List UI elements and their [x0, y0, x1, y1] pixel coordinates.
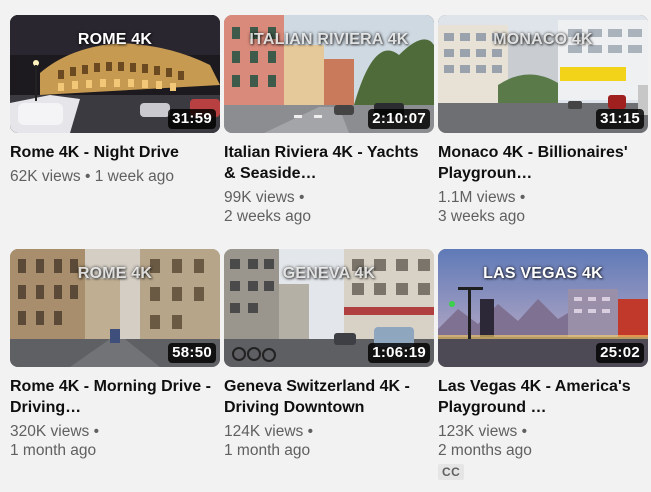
- video-thumbnail[interactable]: ITALIAN RIVIERA 4K 2:10:07: [224, 15, 434, 133]
- video-card-geneva[interactable]: GENEVA 4K 1:06:19 Geneva Switzerland 4K …: [224, 249, 434, 483]
- video-title[interactable]: Las Vegas 4K - America's Playground …: [438, 376, 644, 418]
- video-thumbnail[interactable]: ROME 4K 58:50: [10, 249, 220, 367]
- video-card-monaco[interactable]: MONACO 4K 31:15 Monaco 4K - Billionaires…: [438, 15, 648, 249]
- duration-badge: 2:10:07: [368, 109, 430, 129]
- video-stats: 99K views • 2 weeks ago: [224, 188, 430, 226]
- video-meta: Monaco 4K - Billionaires' Playgroun… 1.1…: [438, 133, 648, 226]
- upload-age: 1 month ago: [10, 442, 97, 459]
- video-thumbnail[interactable]: MONACO 4K 31:15: [438, 15, 648, 133]
- video-thumbnail[interactable]: ROME 4K 31:59: [10, 15, 220, 133]
- closed-captions-badge: CC: [438, 464, 465, 480]
- video-card-rome-night-drive[interactable]: ROME 4K 31:59 Rome 4K - Night Drive 62K …: [10, 15, 220, 249]
- video-thumbnail[interactable]: LAS VEGAS 4K 25:02: [438, 249, 648, 367]
- duration-badge: 31:59: [168, 109, 216, 129]
- thumbnail-overlay-text: ROME 4K: [77, 31, 153, 48]
- view-count: 320K views: [10, 423, 90, 440]
- thumbnail-overlay-text: ROME 4K: [77, 265, 153, 282]
- duration-badge: 31:15: [596, 109, 644, 129]
- upload-age: 1 month ago: [224, 442, 311, 459]
- upload-age: 1 week ago: [94, 168, 174, 185]
- video-card-italian-riviera[interactable]: ITALIAN RIVIERA 4K 2:10:07 Italian Rivie…: [224, 15, 434, 249]
- video-stats: 62K views • 1 week ago: [10, 168, 174, 185]
- video-meta: Las Vegas 4K - America's Playground … 12…: [438, 367, 648, 481]
- thumbnail-overlay-text: MONACO 4K: [493, 31, 593, 48]
- video-stats: 320K views • 1 month ago: [10, 422, 216, 460]
- video-stats: 124K views • 1 month ago: [224, 422, 430, 460]
- upload-age: 2 months ago: [438, 442, 532, 459]
- view-count: 1.1M views: [438, 189, 516, 206]
- upload-age: 2 weeks ago: [224, 208, 312, 225]
- video-stats: 123K views • 2 months ago: [438, 422, 644, 460]
- video-stats: 1.1M views • 3 weeks ago: [438, 188, 644, 226]
- view-count: 99K views: [224, 189, 295, 206]
- video-card-las-vegas[interactable]: LAS VEGAS 4K 25:02 Las Vegas 4K - Americ…: [438, 249, 648, 483]
- duration-badge: 1:06:19: [368, 343, 430, 363]
- video-grid: ROME 4K 31:59 Rome 4K - Night Drive 62K …: [10, 15, 651, 483]
- video-card-rome-morning-drive[interactable]: ROME 4K 58:50 Rome 4K - Morning Drive - …: [10, 249, 220, 483]
- video-title[interactable]: Italian Riviera 4K - Yachts & Seaside…: [224, 142, 430, 184]
- video-thumbnail[interactable]: GENEVA 4K 1:06:19: [224, 249, 434, 367]
- video-meta: Rome 4K - Morning Drive - Driving… 320K …: [10, 367, 220, 460]
- video-meta: Rome 4K - Night Drive 62K views • 1 week…: [10, 133, 220, 186]
- video-title[interactable]: Rome 4K - Morning Drive - Driving…: [10, 376, 216, 418]
- video-title[interactable]: Geneva Switzerland 4K - Driving Downtown: [224, 376, 430, 418]
- view-count: 62K views: [10, 168, 81, 185]
- video-meta: Italian Riviera 4K - Yachts & Seaside… 9…: [224, 133, 434, 226]
- thumbnail-overlay-text: GENEVA 4K: [282, 265, 376, 282]
- video-title[interactable]: Monaco 4K - Billionaires' Playgroun…: [438, 142, 644, 184]
- view-count: 123K views: [438, 423, 518, 440]
- view-count: 124K views: [224, 423, 304, 440]
- thumbnail-overlay-text: LAS VEGAS 4K: [483, 265, 603, 282]
- duration-badge: 25:02: [596, 343, 644, 363]
- video-title[interactable]: Rome 4K - Night Drive: [10, 142, 216, 163]
- duration-badge: 58:50: [168, 343, 216, 363]
- upload-age: 3 weeks ago: [438, 208, 526, 225]
- video-meta: Geneva Switzerland 4K - Driving Downtown…: [224, 367, 434, 460]
- thumbnail-overlay-text: ITALIAN RIVIERA 4K: [249, 31, 409, 48]
